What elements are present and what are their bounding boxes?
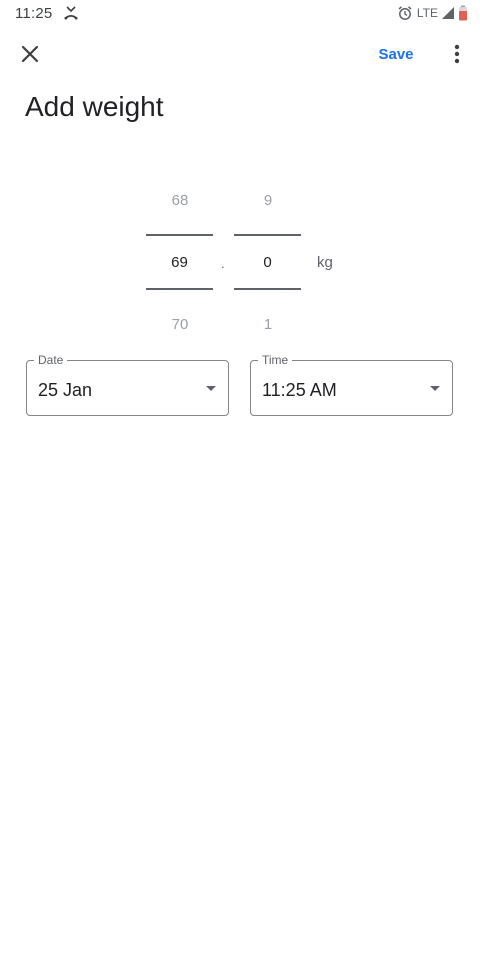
status-icons: LTE <box>397 4 468 22</box>
decimal-picker-selected[interactable]: 0 <box>234 234 301 290</box>
signal-icon <box>442 7 454 19</box>
integer-picker-selected[interactable]: 69 <box>146 234 213 290</box>
decimal-option-below[interactable]: 1 <box>234 316 302 333</box>
decimal-option-above[interactable]: 9 <box>234 192 302 209</box>
battery-icon <box>459 5 467 21</box>
integer-option-above[interactable]: 68 <box>146 192 214 209</box>
time-field-value: 11:25 AM <box>262 380 337 400</box>
decimal-separator: . <box>221 256 225 271</box>
date-dropdown[interactable]: Date 25 Jan <box>26 352 229 416</box>
time-field-label: Time <box>258 352 293 368</box>
save-button[interactable]: Save <box>372 40 420 68</box>
network-type: LTE <box>416 6 438 20</box>
time-dropdown[interactable]: Time 11:25 AM <box>250 352 453 416</box>
alarm-icon <box>398 6 412 20</box>
page-title: Add weight <box>25 91 164 122</box>
dropdown-arrow-icon <box>430 386 440 391</box>
date-field-value: 25 Jan <box>38 380 93 400</box>
more-vert-icon <box>454 44 460 64</box>
status-bar: 11:25 LTE <box>0 0 480 28</box>
date-field-label: Date <box>34 352 68 368</box>
status-time: 11:25 <box>15 5 53 22</box>
unit-label: kg <box>317 254 333 271</box>
close-button[interactable] <box>14 38 46 70</box>
integer-option-below[interactable]: 70 <box>146 316 214 333</box>
close-icon <box>21 45 39 63</box>
more-options-button[interactable] <box>444 40 470 68</box>
dropdown-arrow-icon <box>206 386 216 391</box>
missed-call-icon <box>64 6 78 20</box>
